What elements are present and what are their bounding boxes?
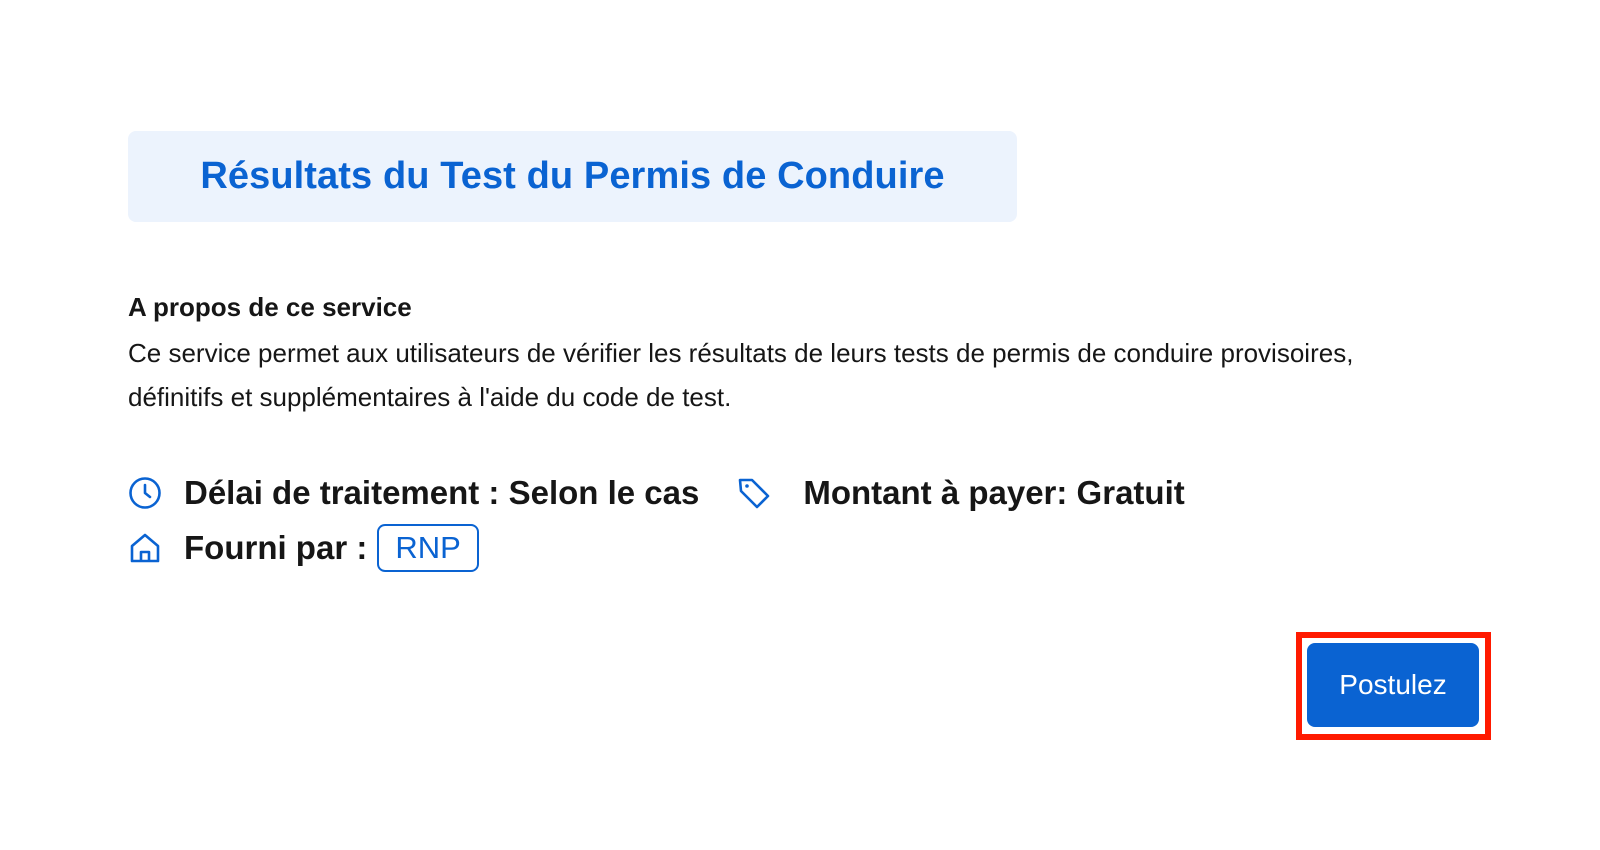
provider-tag: RNP [377,524,479,572]
about-section: A propos de ce service Ce service permet… [128,292,1388,419]
page-title: Résultats du Test du Permis de Conduire [200,155,945,197]
processing-time: Délai de traitement : Selon le cas [184,474,700,511]
tag-icon [737,476,771,510]
clock-icon [128,476,162,510]
apply-button[interactable]: Postulez [1307,643,1479,727]
meta-row-provider: Fourni par : RNP [128,524,479,572]
home-icon [128,531,162,565]
provider-label: Fourni par : [184,529,368,566]
title-banner: Résultats du Test du Permis de Conduire [128,131,1017,222]
amount-group: Montant à payer: Gratuit [737,474,1185,512]
amount-to-pay: Montant à payer: Gratuit [803,474,1185,511]
meta-row-processing-amount: Délai de traitement : Selon le cas Monta… [128,474,1185,512]
service-page: Résultats du Test du Permis de Conduire … [0,0,1600,850]
about-heading: A propos de ce service [128,292,412,322]
about-description: Ce service permet aux utilisateurs de vé… [128,338,1354,412]
